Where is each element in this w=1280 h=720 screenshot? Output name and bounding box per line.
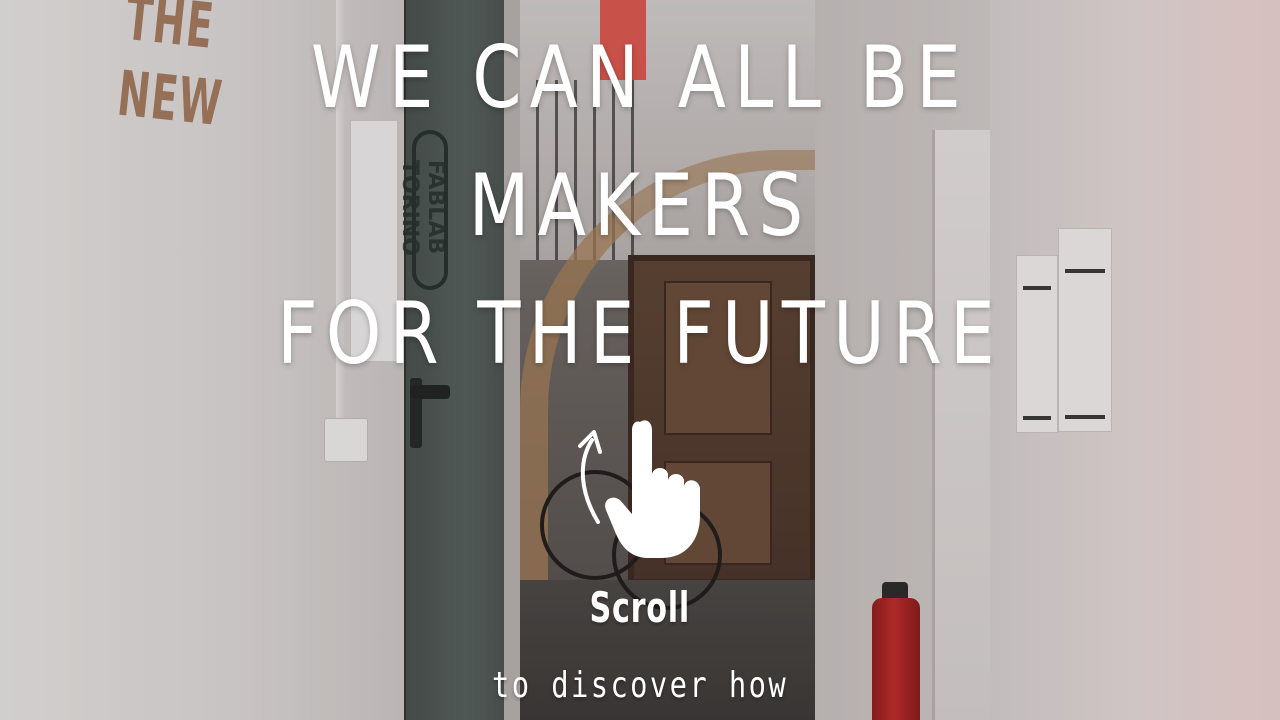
headline-line-1: WE CAN ALL BE bbox=[310, 28, 970, 128]
hand-swipe-up-icon bbox=[578, 420, 700, 558]
scroll-sublabel: to discover how bbox=[0, 656, 1280, 716]
scroll-hint[interactable] bbox=[540, 412, 740, 562]
scroll-label-text: Scroll bbox=[589, 583, 691, 632]
scroll-sublabel-text: to discover how bbox=[491, 665, 789, 706]
headline-line-3: FOR THE FUTURE bbox=[277, 284, 1003, 384]
hero-headline: WE CAN ALL BE MAKERS FOR THE FUTURE bbox=[0, 14, 1280, 398]
hero-section[interactable]: THE NEW FABLAB TORINO WE CAN ALL BE MAKERS… bbox=[0, 0, 1280, 720]
scroll-label[interactable]: Scroll bbox=[0, 578, 1280, 638]
headline-line-2: MAKERS bbox=[468, 156, 812, 256]
